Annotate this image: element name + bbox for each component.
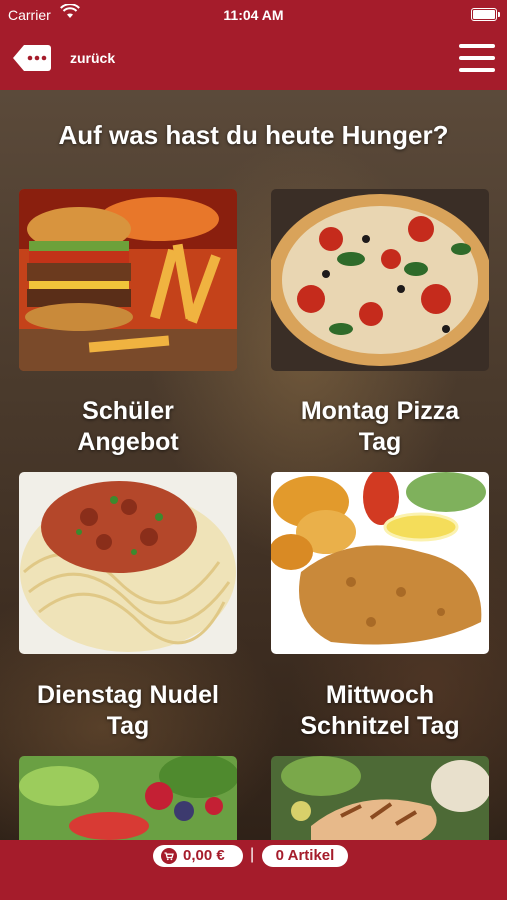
category-tile-montag-pizza[interactable]: [271, 189, 489, 371]
back-button[interactable]: [12, 43, 52, 73]
category-label-schueler-angebot: Schüler Angebot: [77, 397, 179, 456]
nav-bar: zurück: [0, 32, 507, 90]
cart-icon: [161, 848, 177, 864]
spaghetti-image: [19, 472, 237, 654]
cart-separator: |: [250, 846, 255, 863]
cart-total: 0,00 €: [183, 847, 225, 864]
back-label[interactable]: zurück: [70, 50, 115, 66]
status-bar: Carrier 11:04 AM: [0, 0, 507, 32]
cart-total-button[interactable]: 0,00 €: [153, 845, 243, 867]
category-tile-mittwoch-schnitzel[interactable]: [271, 472, 489, 654]
chicken-salad-image: [271, 756, 489, 840]
category-label-mittwoch-schnitzel: Mittwoch Schnitzel Tag: [300, 681, 460, 740]
pizza-image: [271, 189, 489, 371]
category-label-dienstag-nudel: Dienstag Nudel Tag: [37, 681, 219, 740]
menu-icon[interactable]: [459, 43, 495, 73]
cart-bar: 0,00 € | 0 Artikel: [0, 840, 507, 900]
schnitzel-image: [271, 472, 489, 654]
cart-count-button[interactable]: 0 Artikel: [262, 845, 348, 867]
page-title: Auf was hast du heute Hunger?: [58, 120, 449, 150]
clock: 11:04 AM: [223, 7, 284, 23]
category-tile-schueler-angebot[interactable]: [19, 189, 237, 371]
burger-fries-image: [19, 189, 237, 371]
category-tile-dienstag-nudel[interactable]: [19, 472, 237, 654]
category-tile-salad[interactable]: [19, 756, 237, 840]
category-grid: Auf was hast du heute Hunger? Schüler An…: [0, 90, 507, 840]
salad-image: [19, 756, 237, 840]
battery-icon: [471, 8, 500, 21]
category-label-montag-pizza: Montag Pizza Tag: [300, 397, 460, 456]
category-tile-chicken[interactable]: [271, 756, 489, 840]
